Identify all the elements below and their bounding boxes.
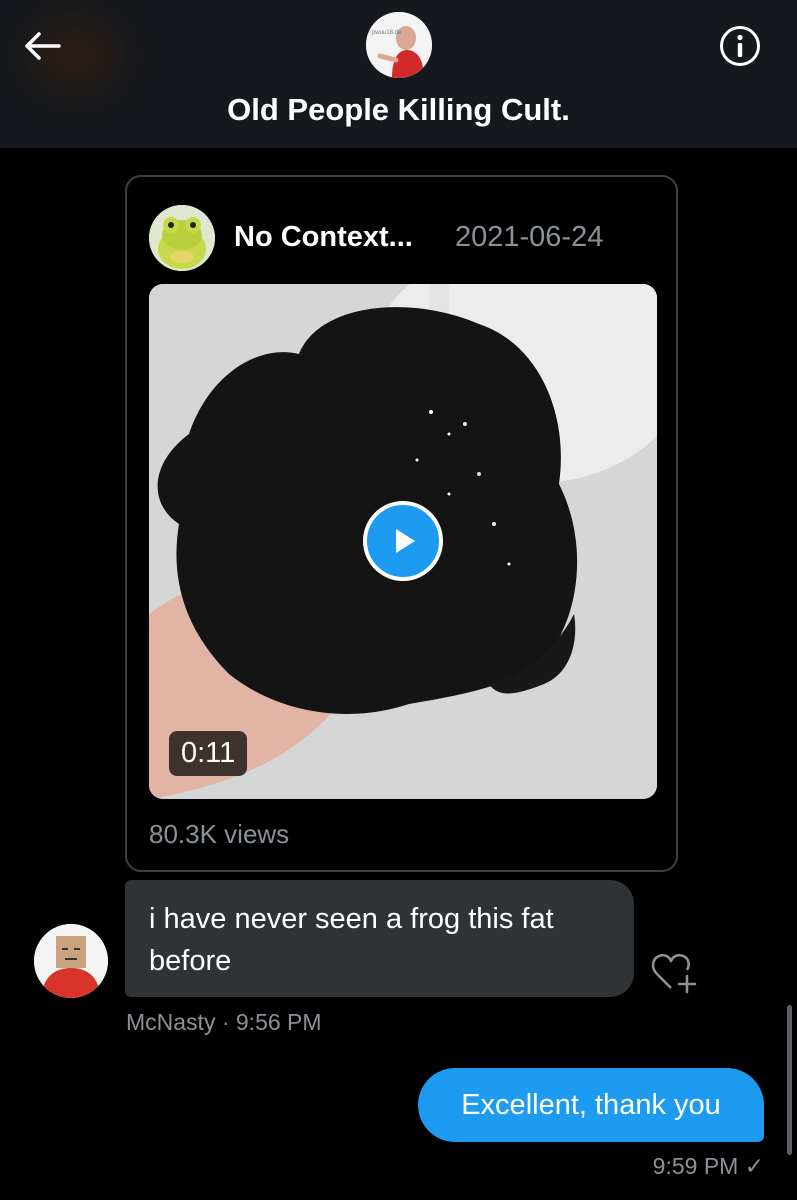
tweet-date: 2021-06-24 bbox=[455, 221, 604, 253]
group-avatar-image: pwuu18.de bbox=[366, 12, 432, 78]
frog-avatar-image bbox=[149, 205, 215, 271]
avatar-watermark: pwuu18.de bbox=[372, 30, 402, 36]
arrow-left-icon bbox=[25, 32, 61, 60]
sender-avatar-image bbox=[34, 924, 108, 998]
incoming-message-meta: McNasty · 9:56 PM bbox=[126, 1009, 322, 1035]
video-duration-badge: 0:11 bbox=[169, 731, 248, 776]
tweet-author-avatar[interactable] bbox=[149, 205, 215, 271]
outgoing-message-bubble[interactable]: Excellent, thank you bbox=[418, 1068, 764, 1142]
scrollbar[interactable] bbox=[787, 1005, 792, 1155]
heart-plus-icon bbox=[651, 953, 697, 994]
back-button[interactable] bbox=[20, 26, 64, 66]
incoming-message-bubble[interactable]: i have never seen a frog this fat before bbox=[125, 880, 634, 997]
sender-avatar[interactable] bbox=[34, 924, 108, 998]
play-icon bbox=[396, 529, 415, 553]
outgoing-message-meta: 9:59 PM ✓ bbox=[652, 1153, 764, 1179]
group-avatar[interactable]: pwuu18.de bbox=[366, 12, 432, 78]
view-count: 80.3K views bbox=[149, 819, 290, 849]
shared-tweet-card[interactable]: No Context... 2021-06-24 0:11 80.3K view… bbox=[125, 175, 678, 872]
info-circle-icon bbox=[720, 26, 760, 66]
conversation-title[interactable]: Old People Killing Cult. bbox=[0, 92, 797, 128]
play-button[interactable] bbox=[363, 501, 443, 581]
info-button[interactable] bbox=[718, 24, 762, 68]
tweet-author-name[interactable]: No Context... bbox=[234, 221, 413, 254]
conversation-header: pwuu18.de Old People Killing Cult. bbox=[0, 0, 797, 148]
react-button[interactable] bbox=[650, 948, 700, 994]
tweet-video[interactable]: 0:11 bbox=[149, 284, 657, 799]
